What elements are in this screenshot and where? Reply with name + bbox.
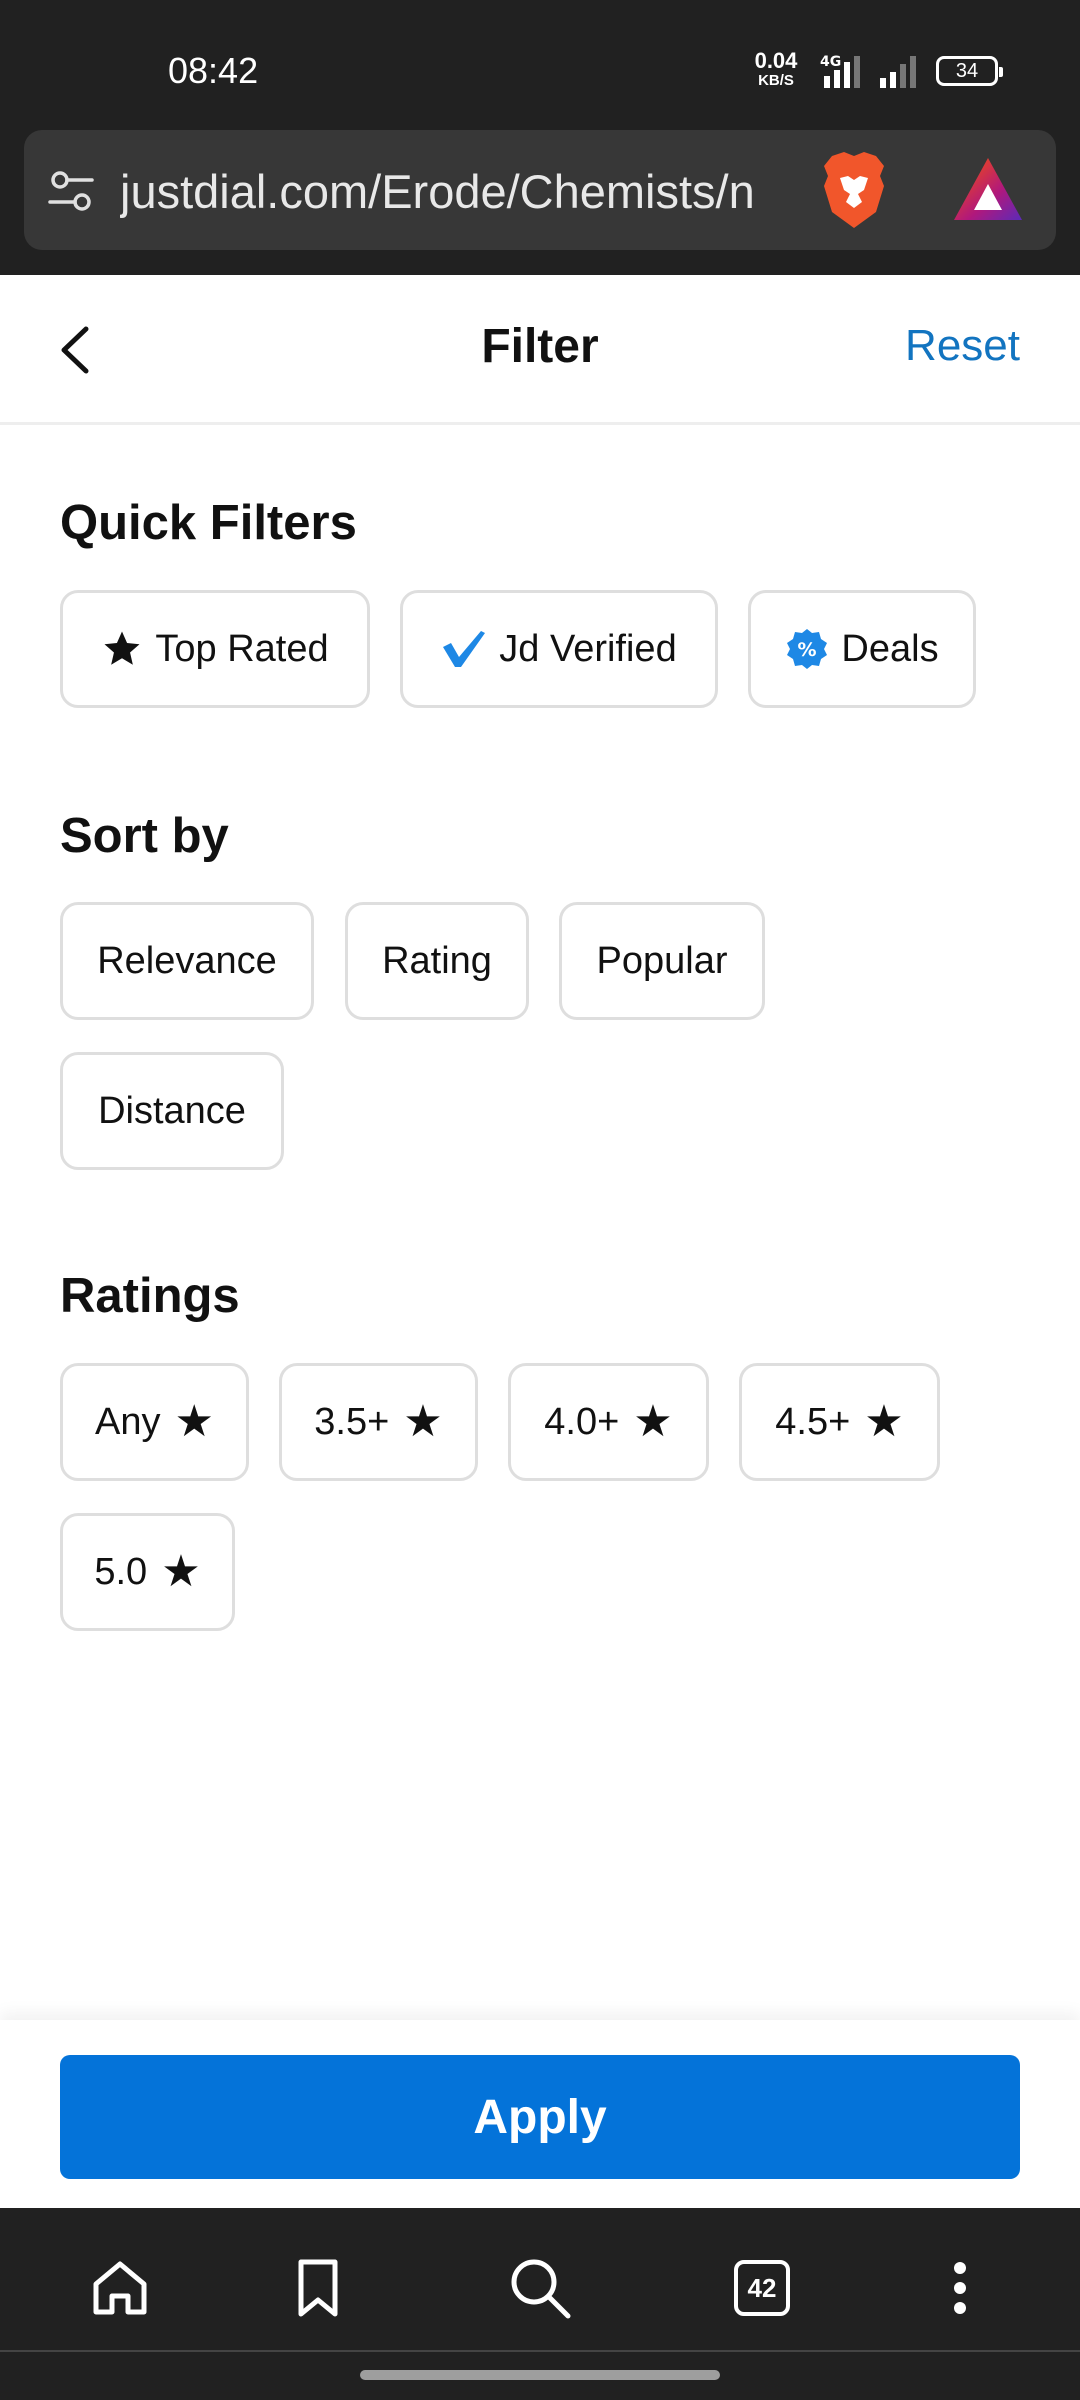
sort-option-popular[interactable]: Popular — [559, 902, 765, 1020]
quick-filter-top-rated[interactable]: Top Rated — [60, 590, 370, 708]
percent-badge-icon: % — [787, 629, 828, 669]
bookmarks-button[interactable] — [278, 2248, 358, 2328]
gesture-bar[interactable] — [360, 2370, 720, 2380]
search-icon — [511, 2259, 571, 2319]
battery-icon: 34 — [936, 56, 1003, 86]
chip-label: Rating — [382, 939, 492, 982]
site-settings-icon[interactable] — [48, 168, 94, 214]
quick-filter-jd-verified[interactable]: Jd Verified — [400, 590, 718, 708]
quick-filter-deals[interactable]: % Deals — [748, 590, 976, 708]
browser-toolbar: justdial.com/Erode/Chemists/n — [0, 130, 1080, 275]
signal-icon — [880, 56, 916, 88]
star-icon: ★ — [174, 1397, 214, 1446]
home-icon — [93, 2261, 147, 2315]
home-button[interactable] — [80, 2248, 160, 2328]
ratings-title: Ratings — [60, 1269, 240, 1323]
rating-option-3-5[interactable]: 3.5+ ★ — [279, 1363, 478, 1481]
sort-option-rating[interactable]: Rating — [345, 902, 529, 1020]
chip-label: Any — [95, 1400, 161, 1443]
brave-shields-icon[interactable] — [818, 150, 890, 230]
brave-rewards-icon[interactable] — [952, 156, 1024, 222]
divider — [0, 2350, 1080, 2352]
chip-label: Distance — [98, 1089, 246, 1132]
filter-header: Filter Reset — [0, 275, 1080, 425]
network-speed-value: 0.04 — [754, 48, 798, 73]
chip-label: Deals — [841, 627, 939, 670]
chip-label: 4.0+ — [544, 1400, 620, 1443]
sort-by-title: Sort by — [60, 809, 229, 863]
svg-text:%: % — [798, 639, 817, 661]
star-icon: ★ — [633, 1397, 673, 1446]
svg-text:4G: 4G — [820, 54, 841, 70]
rating-option-4-5[interactable]: 4.5+ ★ — [739, 1363, 940, 1481]
menu-button[interactable] — [920, 2248, 1000, 2328]
signal-4g-icon: 4G — [820, 54, 860, 88]
star-icon: ★ — [864, 1397, 904, 1446]
chip-label: 4.5+ — [775, 1400, 851, 1443]
sort-option-relevance[interactable]: Relevance — [60, 902, 314, 1020]
bookmark-icon — [298, 2259, 338, 2317]
rating-option-4-0[interactable]: 4.0+ ★ — [508, 1363, 709, 1481]
network-speed: 0.04 KB/S — [748, 48, 804, 89]
apply-button[interactable]: Apply — [60, 2055, 1020, 2179]
address-bar[interactable]: justdial.com/Erode/Chemists/n — [24, 130, 1056, 250]
rating-option-5-0[interactable]: 5.0 ★ — [60, 1513, 235, 1631]
rating-option-any[interactable]: Any ★ — [60, 1363, 249, 1481]
more-vertical-icon — [954, 2262, 966, 2314]
network-speed-unit: KB/S — [758, 72, 794, 89]
chip-label: Top Rated — [155, 627, 329, 670]
verified-check-icon — [443, 631, 486, 667]
quick-filters-title: Quick Filters — [60, 496, 357, 550]
star-icon: ★ — [161, 1547, 201, 1596]
url-text[interactable]: justdial.com/Erode/Chemists/n — [120, 164, 810, 220]
sort-option-distance[interactable]: Distance — [60, 1052, 284, 1170]
star-icon: ★ — [403, 1397, 443, 1446]
reset-button[interactable]: Reset — [905, 321, 1020, 371]
star-icon — [104, 631, 140, 665]
apply-bar: Apply — [0, 2020, 1080, 2208]
status-bar: 08:42 0.04 KB/S 4G 34 — [0, 0, 1080, 130]
chip-label: Jd Verified — [499, 627, 677, 670]
tabs-button[interactable]: 42 — [722, 2248, 802, 2328]
chip-label: 3.5+ — [314, 1400, 390, 1443]
tab-count: 42 — [734, 2260, 790, 2316]
chip-label: Popular — [596, 939, 728, 982]
browser-bottom-bar: 42 — [0, 2208, 1080, 2400]
chip-label: 5.0 — [94, 1550, 148, 1593]
status-time: 08:42 — [168, 50, 259, 91]
chip-label: Relevance — [97, 939, 277, 982]
search-button[interactable] — [500, 2248, 580, 2328]
